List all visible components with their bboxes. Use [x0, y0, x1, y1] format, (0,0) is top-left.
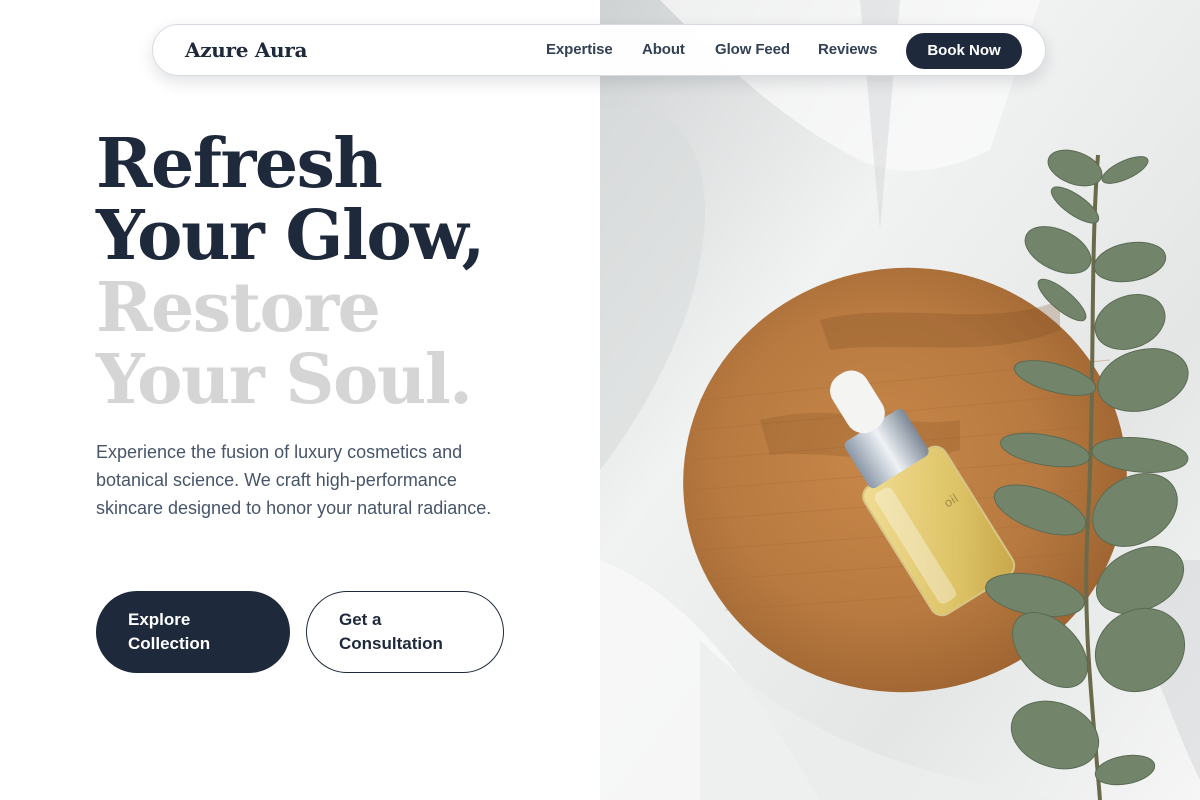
brand-logo[interactable]: Azure Aura — [185, 38, 308, 62]
book-now-button[interactable]: Book Now — [906, 33, 1022, 69]
hero-headline: Refresh Your Glow, Restore Your Soul. — [96, 124, 485, 420]
nav-link-reviews[interactable]: Reviews — [818, 41, 877, 58]
headline-line-2: Your Glow, — [96, 196, 485, 276]
explore-collection-button[interactable]: Explore Collection — [96, 591, 290, 673]
nav-link-glow-feed[interactable]: Glow Feed — [715, 41, 790, 58]
get-consultation-button[interactable]: Get a Consultation — [306, 591, 504, 673]
headline-line-4: Your Soul. — [96, 340, 473, 420]
headline-line-1: Refresh — [96, 124, 383, 204]
get-consultation-label: Get a Consultation — [339, 610, 443, 653]
top-navbar: Azure Aura Expertise About Glow Feed Rev… — [152, 24, 1046, 76]
headline-line-3: Restore — [96, 268, 381, 348]
hero-product-image: oil — [600, 0, 1200, 800]
hero-description: Experience the fusion of luxury cosmetic… — [96, 442, 492, 518]
explore-collection-label: Explore Collection — [128, 610, 211, 653]
nav-link-about[interactable]: About — [642, 41, 685, 58]
nav-link-expertise[interactable]: Expertise — [546, 41, 613, 58]
